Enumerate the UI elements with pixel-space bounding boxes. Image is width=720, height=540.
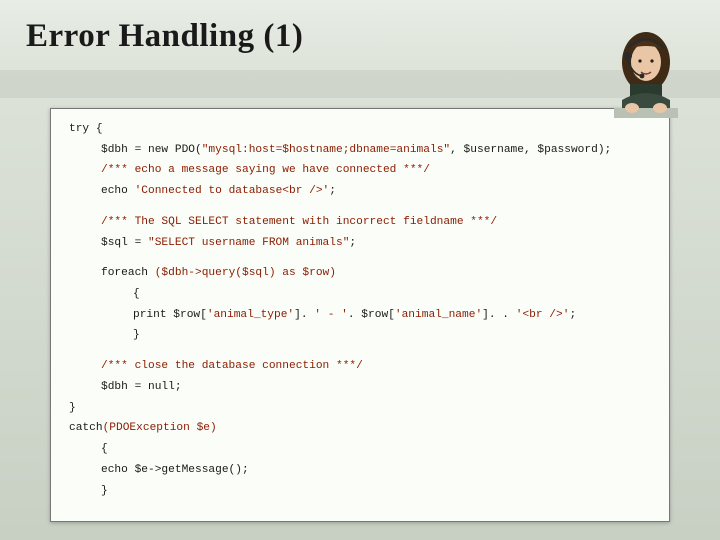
code-line: /*** close the database connection ***/ xyxy=(69,356,651,377)
code-line: { xyxy=(69,439,651,460)
code-block: try { $dbh = new PDO("mysql:host=$hostna… xyxy=(50,108,670,522)
code-line: } xyxy=(69,398,651,419)
code-line: /*** echo a message saying we have conne… xyxy=(69,160,651,181)
code-line: /*** The SQL SELECT statement with incor… xyxy=(69,212,651,233)
code-line: print $row['animal_type']. ' - '. $row['… xyxy=(69,305,651,326)
code-line: { xyxy=(69,284,651,305)
code-line: echo 'Connected to database<br />'; xyxy=(69,181,651,202)
code-line: $sql = "SELECT username FROM animals"; xyxy=(69,233,651,254)
code-line: foreach ($dbh->query($sql) as $row) xyxy=(69,263,651,284)
code-line: $dbh = new PDO("mysql:host=$hostname;dbn… xyxy=(69,140,651,161)
presenter-avatar xyxy=(608,26,686,118)
code-line: } xyxy=(69,481,651,502)
code-line: try { xyxy=(69,119,651,140)
code-line: catch(PDOException $e) xyxy=(69,418,651,439)
code-line: $dbh = null; xyxy=(69,377,651,398)
code-line: echo $e->getMessage(); xyxy=(69,460,651,481)
code-line: } xyxy=(69,325,651,346)
